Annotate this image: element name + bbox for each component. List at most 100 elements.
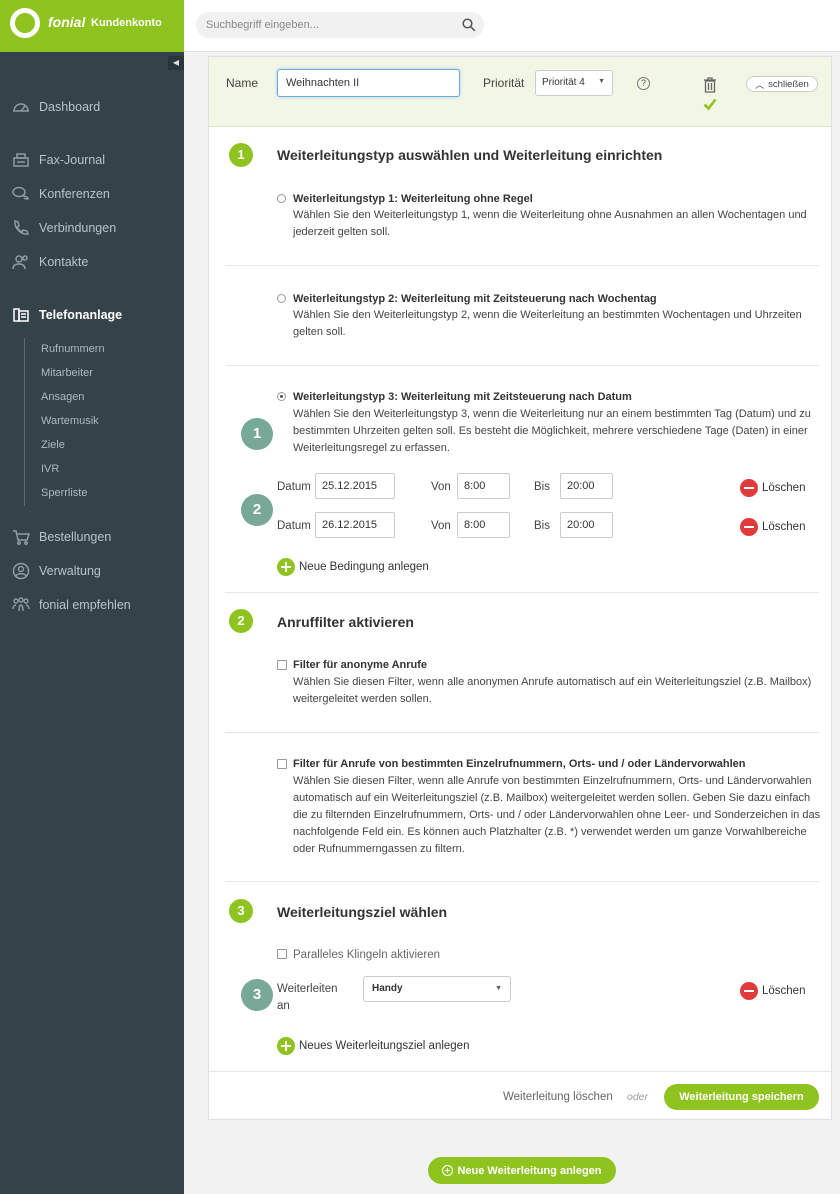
step-number-2: 2 <box>229 609 253 633</box>
divider <box>225 881 819 882</box>
sidebar-item-fonial-empfehlen[interactable]: fonial empfehlen <box>0 593 184 617</box>
forward-target-value: Handy <box>372 983 403 994</box>
save-forwarding-button[interactable]: Weiterleitung speichern <box>664 1084 819 1110</box>
sidebar-item-label: Konferenzen <box>39 187 110 201</box>
from-time-input[interactable]: 8:00 <box>457 512 510 538</box>
option-desc-type-1: Wählen Sie den Weiterleitungstyp 1, wenn… <box>293 209 807 238</box>
delete-icon[interactable] <box>740 518 758 536</box>
option-desc-type-2: Wählen Sie den Weiterleitungstyp 2, wenn… <box>293 309 802 338</box>
from-time-input[interactable]: 8:00 <box>457 473 510 499</box>
sidebar-item-konferenzen[interactable]: Konferenzen <box>0 182 184 206</box>
delete-icon[interactable] <box>740 479 758 497</box>
parallel-ringing-label: Paralleles Klingeln aktivieren <box>293 949 441 961</box>
sidebar-item-kontakte[interactable]: Kontakte <box>0 250 184 274</box>
date-input[interactable]: 25.12.2015 <box>315 473 395 499</box>
parallel-ringing-checkbox[interactable] <box>277 949 287 959</box>
radio-type-1[interactable] <box>277 194 286 203</box>
date-label: Datum <box>277 481 311 493</box>
sidebar: fonial Kundenkonto ◀ Dashboard Fax-Journ… <box>0 0 184 1194</box>
delete-forwarding-link[interactable]: Weiterleitung löschen <box>503 1091 613 1103</box>
phone-icon <box>11 219 31 237</box>
search-box[interactable] <box>196 12 484 38</box>
sidebar-item-telefonanlage[interactable]: Telefonanlage <box>0 303 184 327</box>
option-title-type-2: Weiterleitungstyp 2: Weiterleitung mit Z… <box>293 293 657 305</box>
annotation-marker-3: 3 <box>241 979 273 1011</box>
search-input[interactable] <box>196 12 456 38</box>
collapse-sidebar-button[interactable]: ◀ <box>168 56 184 70</box>
priority-label: Priorität <box>483 76 525 90</box>
delete-row-button[interactable]: Löschen <box>762 521 805 533</box>
help-icon[interactable]: ? <box>637 77 650 90</box>
add-target-button[interactable]: Neues Weiterleitungsziel anlegen <box>299 1040 469 1052</box>
trash-icon[interactable] <box>703 77 717 93</box>
recommend-icon <box>11 596 31 614</box>
priority-value: Priorität 4 <box>542 77 585 88</box>
divider <box>209 1071 831 1072</box>
date-input[interactable]: 26.12.2015 <box>315 512 395 538</box>
user-icon <box>11 562 31 580</box>
plus-icon[interactable] <box>277 1037 295 1055</box>
delete-row-button[interactable]: Löschen <box>762 482 805 494</box>
subnav-telefonanlage: Rufnummern Mitarbeiter Ansagen Wartemusi… <box>24 338 174 506</box>
delete-target-button[interactable]: Löschen <box>762 985 805 997</box>
delete-icon[interactable] <box>740 982 758 1000</box>
subnav-item-ziele[interactable]: Ziele <box>41 439 65 451</box>
sidebar-item-verwaltung[interactable]: Verwaltung <box>0 559 184 583</box>
date-label: Datum <box>277 520 311 532</box>
plus-icon[interactable] <box>277 558 295 576</box>
priority-select[interactable]: Priorität 4 ▼ <box>535 70 613 96</box>
sidebar-item-verbindungen[interactable]: Verbindungen <box>0 216 184 240</box>
subnav-item-sperrliste[interactable]: Sperrliste <box>41 487 87 499</box>
option-title-type-1: Weiterleitungstyp 1: Weiterleitung ohne … <box>293 193 533 205</box>
subnav-item-ansagen[interactable]: Ansagen <box>41 391 84 403</box>
logo-bar[interactable]: fonial Kundenkonto <box>0 0 184 52</box>
to-label: Bis <box>534 481 550 493</box>
cart-icon <box>11 528 31 546</box>
filter-numbers-checkbox[interactable] <box>277 759 287 769</box>
new-forwarding-button[interactable]: Neue Weiterleitung anlegen <box>428 1157 616 1184</box>
section-title-forwarding-type: Weiterleitungstyp auswählen und Weiterle… <box>277 147 663 163</box>
sidebar-item-label: Verwaltung <box>39 564 101 578</box>
sidebar-item-bestellungen[interactable]: Bestellungen <box>0 525 184 549</box>
new-forwarding-label: Neue Weiterleitung anlegen <box>457 1164 602 1177</box>
close-label: schließen <box>768 78 809 90</box>
divider <box>225 592 819 593</box>
checkmark-icon[interactable] <box>703 97 717 111</box>
forward-target-select[interactable]: Handy ▼ <box>363 976 511 1002</box>
sidebar-item-fax-journal[interactable]: Fax-Journal <box>0 148 184 172</box>
radio-type-2[interactable] <box>277 294 286 303</box>
phone-system-icon <box>11 306 31 324</box>
subnav-item-wartemusik[interactable]: Wartemusik <box>41 415 99 427</box>
fonial-logo-icon <box>10 8 40 38</box>
brand-product: Kundenkonto <box>91 17 162 29</box>
top-bar <box>184 0 840 52</box>
filter-anonymous-checkbox[interactable] <box>277 660 287 670</box>
caret-down-icon: ▼ <box>495 985 502 992</box>
step-number-1: 1 <box>229 143 253 167</box>
add-condition-button[interactable]: Neue Bedingung anlegen <box>299 561 429 573</box>
annotation-marker-2: 2 <box>241 494 273 526</box>
to-time-input[interactable]: 20:00 <box>560 512 613 538</box>
subnav-item-ivr[interactable]: IVR <box>41 463 59 475</box>
chevron-up-icon: ︿ <box>755 79 765 90</box>
filter-title-anonymous: Filter für anonyme Anrufe <box>293 659 428 671</box>
to-time-input[interactable]: 20:00 <box>560 473 613 499</box>
rule-name-input[interactable]: Weihnachten II <box>277 69 460 97</box>
or-text: oder <box>627 1091 649 1103</box>
sidebar-item-label: Telefonanlage <box>39 308 123 322</box>
sidebar-item-label: Dashboard <box>39 100 101 114</box>
sidebar-item-dashboard[interactable]: Dashboard <box>0 95 184 119</box>
from-label: Von <box>431 520 451 532</box>
search-icon[interactable] <box>462 18 476 32</box>
radio-type-3[interactable] <box>277 392 286 401</box>
close-button[interactable]: ︿ schließen <box>746 76 818 92</box>
from-label: Von <box>431 481 451 493</box>
subnav-item-rufnummern[interactable]: Rufnummern <box>41 343 105 355</box>
caret-down-icon: ▼ <box>598 78 605 85</box>
subnav-item-mitarbeiter[interactable]: Mitarbeiter <box>41 367 93 379</box>
sidebar-item-label: fonial empfehlen <box>39 598 131 612</box>
sidebar-item-label: Fax-Journal <box>39 153 105 167</box>
brand-name: fonial <box>48 14 86 30</box>
option-title-type-3: Weiterleitungstyp 3: Weiterleitung mit Z… <box>293 391 632 403</box>
filter-title-numbers: Filter für Anrufe von bestimmten Einzelr… <box>293 758 746 770</box>
